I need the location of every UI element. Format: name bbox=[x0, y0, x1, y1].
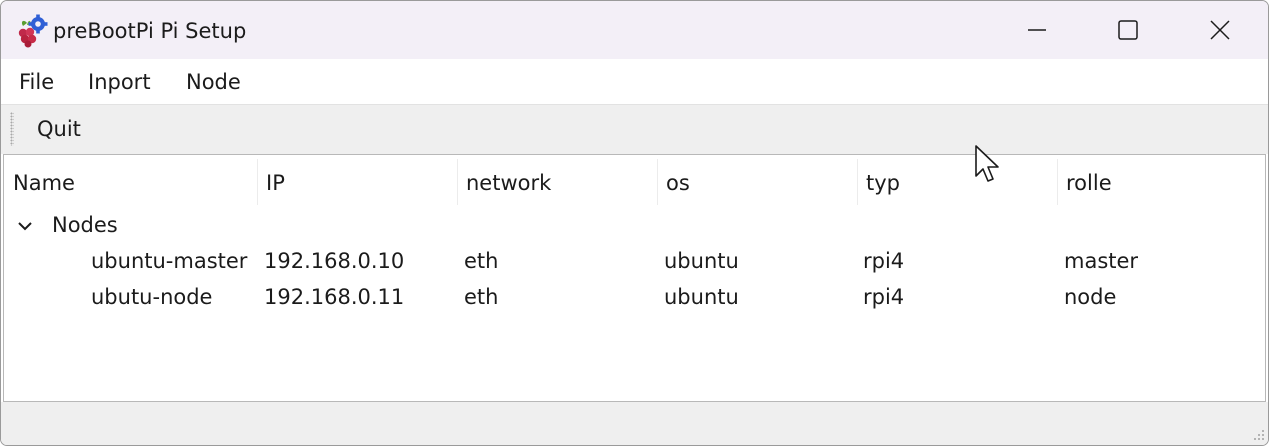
tree-header: Name IP network os typ rolle bbox=[4, 155, 1265, 205]
minimize-button[interactable] bbox=[991, 1, 1083, 59]
cell-rolle: master bbox=[1064, 249, 1139, 273]
table-row[interactable]: ubuntu-master 192.168.0.10 eth ubuntu rp… bbox=[4, 243, 1265, 279]
minimize-icon bbox=[1028, 29, 1046, 31]
cell-name: ubutu-node bbox=[91, 285, 213, 309]
mouse-pointer-icon bbox=[975, 145, 999, 182]
toolbar-grip-handle[interactable] bbox=[10, 112, 14, 146]
quit-button[interactable]: Quit bbox=[25, 114, 93, 144]
menu-inport[interactable]: Inport bbox=[88, 69, 151, 95]
title-bar[interactable]: preBootPi Pi Setup bbox=[1, 1, 1268, 59]
maximize-icon bbox=[1118, 20, 1138, 40]
cell-typ: rpi4 bbox=[863, 249, 905, 273]
menu-bar: File Inport Node bbox=[1, 59, 1268, 103]
column-header-typ[interactable]: typ bbox=[857, 155, 1057, 205]
window-title: preBootPi Pi Setup bbox=[53, 19, 247, 43]
cell-network: eth bbox=[464, 285, 499, 309]
cell-rolle: node bbox=[1064, 285, 1117, 309]
close-icon bbox=[1210, 20, 1230, 40]
cell-network: eth bbox=[464, 249, 499, 273]
cell-typ: rpi4 bbox=[863, 285, 905, 309]
column-header-name[interactable]: Name bbox=[4, 155, 257, 205]
column-header-rolle[interactable]: rolle bbox=[1057, 155, 1265, 205]
column-header-os[interactable]: os bbox=[657, 155, 857, 205]
resize-grip-icon[interactable] bbox=[1250, 427, 1266, 443]
raspberry-gear-icon bbox=[18, 14, 48, 48]
menu-file[interactable]: File bbox=[19, 69, 54, 95]
toolbar: Quit bbox=[1, 104, 1268, 154]
tree-group-nodes[interactable]: Nodes bbox=[4, 207, 1265, 243]
maximize-button[interactable] bbox=[1082, 1, 1174, 59]
status-bar bbox=[1, 402, 1268, 445]
cell-ip: 192.168.0.10 bbox=[264, 249, 405, 273]
close-button[interactable] bbox=[1174, 1, 1266, 59]
node-tree-view[interactable]: Name IP network os typ rolle Nodes ubunt… bbox=[3, 154, 1266, 402]
app-window: preBootPi Pi Setup File Inport Node Quit bbox=[0, 0, 1269, 446]
column-header-ip[interactable]: IP bbox=[257, 155, 457, 205]
cell-os: ubuntu bbox=[664, 285, 739, 309]
cell-ip: 192.168.0.11 bbox=[264, 285, 405, 309]
menu-node[interactable]: Node bbox=[186, 69, 241, 95]
chevron-down-icon[interactable] bbox=[16, 217, 34, 235]
table-row[interactable]: ubutu-node 192.168.0.11 eth ubuntu rpi4 … bbox=[4, 279, 1265, 315]
cell-os: ubuntu bbox=[664, 249, 739, 273]
group-label: Nodes bbox=[52, 213, 118, 237]
column-header-network[interactable]: network bbox=[457, 155, 657, 205]
cell-name: ubuntu-master bbox=[91, 249, 248, 273]
